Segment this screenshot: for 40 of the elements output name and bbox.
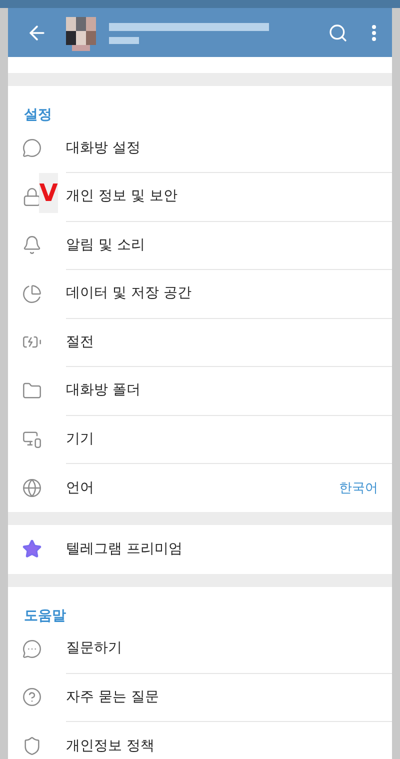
menu-label: 절전 <box>66 332 94 351</box>
menu-item[interactable]: 데이터 및 저장 공간 <box>8 270 392 318</box>
menu-label: 개인정보 정책 <box>66 736 154 755</box>
menu-item[interactable]: 절전 <box>8 318 392 366</box>
menu-item[interactable]: 개인정보 정책 <box>8 722 392 759</box>
search-icon <box>328 22 348 42</box>
section-title: 설정 <box>23 106 53 124</box>
star-icon <box>22 538 42 560</box>
menu-value: 한국어 <box>339 480 378 497</box>
question-icon <box>22 687 42 708</box>
menu-label: 자주 묻는 질문 <box>66 688 159 706</box>
menu-item[interactable]: 텔레그램 프리미엄 <box>8 525 392 574</box>
more-icon <box>372 24 376 40</box>
menu-label: 질문하기 <box>66 639 122 658</box>
chat-bubble-icon <box>22 638 42 659</box>
menu-label: 알림 및 소리 <box>66 236 145 254</box>
menu-label: 개인 정보 및 보안 <box>66 187 178 206</box>
menu-item[interactable]: 언어 한국어 <box>8 464 392 512</box>
menu-label: 대화방 설정 <box>66 138 140 157</box>
menu-item[interactable]: V 개인 정보 및 보안 <box>8 172 392 221</box>
annotation-mark: V <box>39 172 58 212</box>
globe-icon <box>22 478 42 498</box>
menu-item[interactable]: 질문하기 <box>8 624 392 673</box>
devices-icon <box>22 429 42 450</box>
menu-item[interactable]: 알림 및 소리 <box>8 221 392 270</box>
shield-icon <box>22 736 42 756</box>
menu-label: 데이터 및 저장 공간 <box>66 284 192 302</box>
menu-item[interactable]: 자주 묻는 질문 <box>8 673 392 722</box>
menu-label: 대화방 폴더 <box>66 381 140 400</box>
menu-item[interactable]: 대화방 폴더 <box>8 366 392 415</box>
bell-icon <box>22 235 42 256</box>
folder-icon <box>22 380 42 401</box>
menu-item[interactable]: 기기 <box>8 415 392 464</box>
chat-bubble-icon <box>22 138 42 158</box>
menu-label: 언어 <box>66 478 94 497</box>
section-title: 도움말 <box>23 606 67 624</box>
pie-chart-icon <box>22 284 42 304</box>
menu-label: 텔레그램 프리미엄 <box>66 540 182 558</box>
menu-item[interactable]: 대화방 설정 <box>8 124 392 172</box>
menu-label: 기기 <box>66 430 94 448</box>
